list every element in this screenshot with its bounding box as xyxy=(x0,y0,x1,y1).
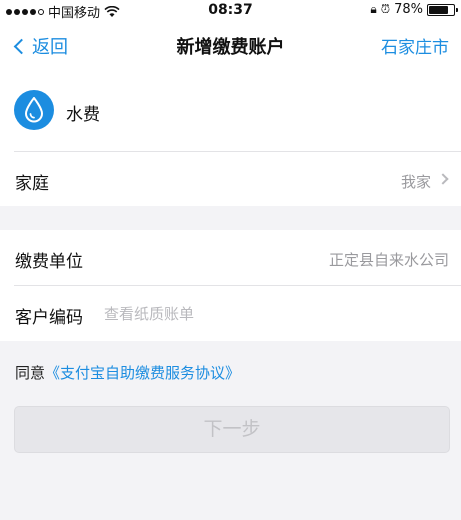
customer-code-row: 客户编码 xyxy=(0,286,461,341)
back-button[interactable]: 返回 xyxy=(12,33,68,59)
chevron-left-icon xyxy=(13,38,30,54)
navigation-bar: 返回 新增缴费账户 石家庄市 xyxy=(0,20,461,72)
service-card: 水费 家庭 我家 xyxy=(0,72,461,206)
payment-unit-label: 缴费单位 xyxy=(15,252,83,272)
next-step-button[interactable]: 下一步 xyxy=(14,406,450,453)
city-selector-button[interactable]: 石家庄市 xyxy=(381,33,449,58)
group-selector-row[interactable]: 家庭 我家 xyxy=(0,152,461,207)
service-row: 水费 xyxy=(0,72,461,151)
payment-unit-row[interactable]: 缴费单位 正定县自来水公司 xyxy=(0,230,461,285)
alarm-clock-icon: ⏰︎ xyxy=(380,2,391,16)
battery-icon xyxy=(427,3,458,16)
customer-code-input[interactable] xyxy=(104,300,424,328)
orientation-lock-icon: 🔒︎ xyxy=(370,2,377,16)
water-drop-glyph xyxy=(24,97,44,123)
group-value: 我家 xyxy=(400,173,431,191)
battery-fill xyxy=(429,5,448,14)
agreement-prefix: 同意 xyxy=(15,364,46,382)
service-name: 水费 xyxy=(66,105,100,125)
status-right: 🔒︎ ⏰︎ 78% xyxy=(370,2,458,17)
agreement-line: 同意《支付宝自助缴费服务协议》 xyxy=(15,362,240,383)
chevron-right-icon xyxy=(437,173,449,185)
agreement-link[interactable]: 《支付宝自助缴费服务协议》 xyxy=(45,364,240,382)
battery-percent: 78% xyxy=(394,2,423,17)
status-bar: 中国移动 08:37 🔒︎ ⏰︎ 78% xyxy=(0,0,461,21)
payment-unit-value: 正定县自来水公司 xyxy=(328,251,449,269)
group-label: 家庭 xyxy=(15,174,49,194)
water-drop-icon xyxy=(14,90,54,130)
back-label: 返回 xyxy=(32,37,68,58)
customer-code-label: 客户编码 xyxy=(15,308,83,328)
account-info-card: 缴费单位 正定县自来水公司 客户编码 xyxy=(0,230,461,341)
